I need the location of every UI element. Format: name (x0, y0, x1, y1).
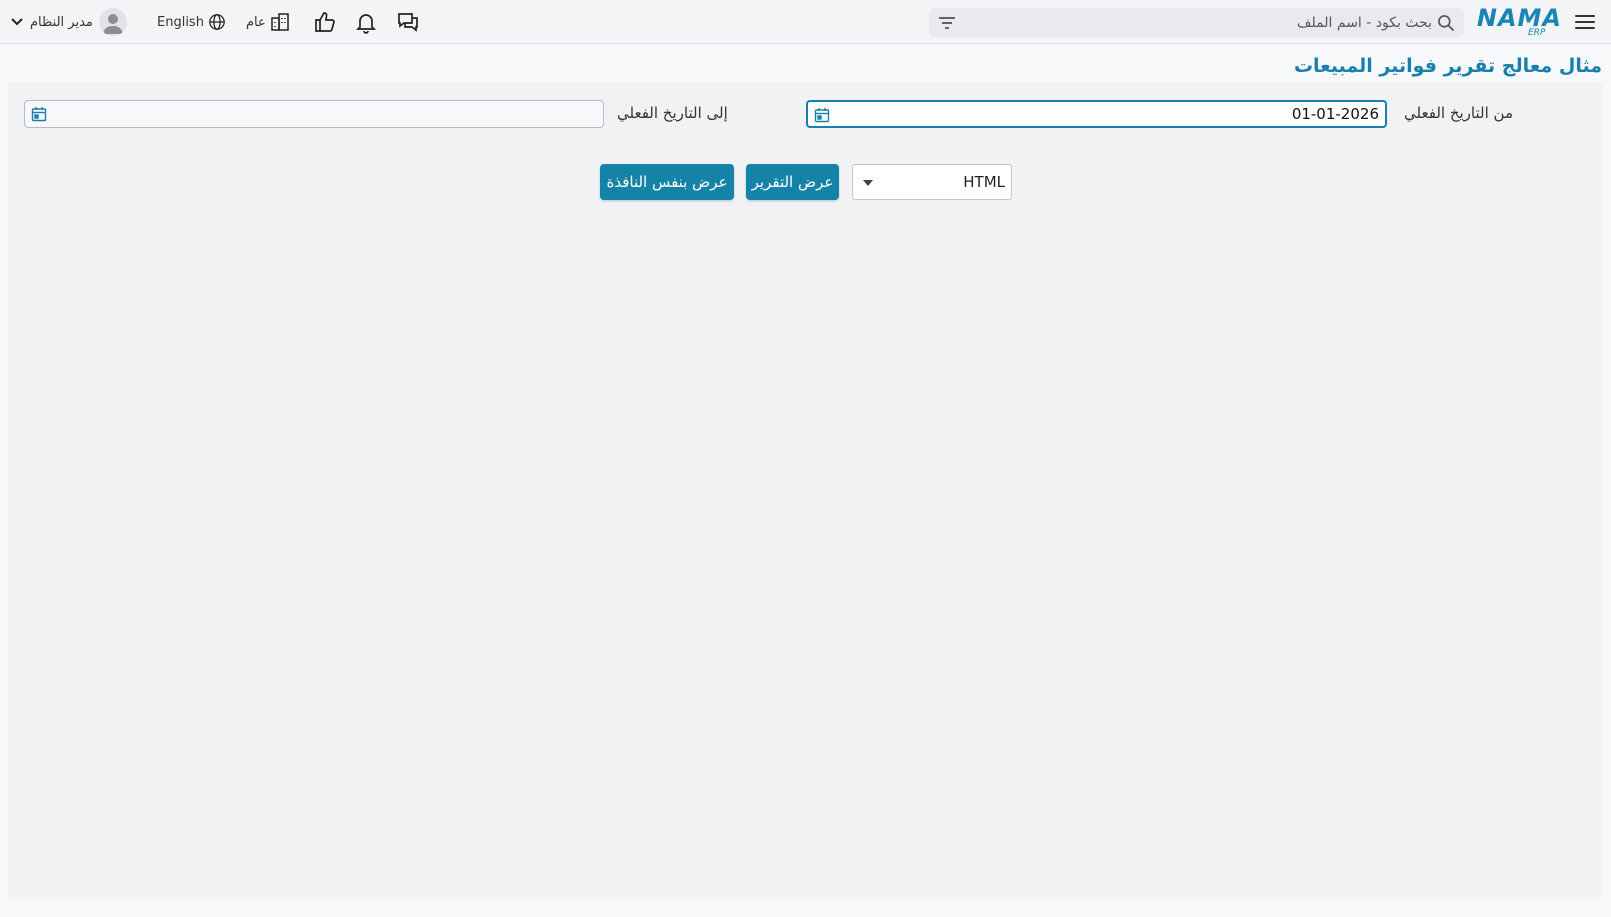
to-date-field[interactable] (24, 100, 604, 128)
menu-icon[interactable] (1573, 11, 1597, 33)
filter-icon[interactable] (937, 14, 957, 32)
from-date-field[interactable]: 01-01-2026 (806, 100, 1387, 128)
to-date-label: إلى التاريخ الفعلي (617, 104, 728, 122)
globe-icon (209, 14, 225, 30)
dropdown-caret-icon (863, 180, 873, 186)
search-input[interactable] (992, 11, 1432, 34)
user-icon (102, 14, 123, 34)
global-search (929, 8, 1464, 37)
show-same-window-button[interactable]: عرض بنفس النافذة (600, 164, 734, 200)
calendar-icon[interactable] (31, 106, 47, 122)
building-icon (271, 13, 289, 31)
app-logo[interactable]: NAMA ERP (1476, 4, 1562, 40)
from-date-value: 01-01-2026 (1291, 105, 1379, 123)
page-title: مثال معالج تقرير فواتير المبيعات (1293, 55, 1602, 77)
language-switch[interactable]: English (157, 10, 226, 34)
language-label: English (157, 14, 204, 30)
chat-icon[interactable] (396, 10, 420, 34)
logo-text: NAMA (1476, 4, 1562, 32)
branch-selector[interactable]: عام (246, 10, 290, 34)
format-select[interactable]: HTML (852, 164, 1012, 200)
chevron-down-icon (11, 18, 23, 26)
avatar (98, 8, 127, 36)
report-panel (8, 82, 1603, 897)
user-name: مدير النظام (30, 14, 93, 30)
user-menu[interactable]: مدير النظام (10, 7, 127, 37)
logo-sub-text: ERP (1528, 28, 1546, 38)
show-report-button[interactable]: عرض التقرير (746, 164, 839, 200)
branch-label: عام (246, 14, 266, 30)
format-selected-value: HTML (963, 173, 1005, 191)
calendar-icon[interactable] (814, 107, 830, 123)
bell-icon[interactable] (354, 10, 378, 34)
from-date-label: من التاريخ الفعلي (1404, 104, 1513, 122)
search-icon[interactable] (1436, 13, 1456, 33)
thumbs-up-icon[interactable] (313, 10, 337, 34)
